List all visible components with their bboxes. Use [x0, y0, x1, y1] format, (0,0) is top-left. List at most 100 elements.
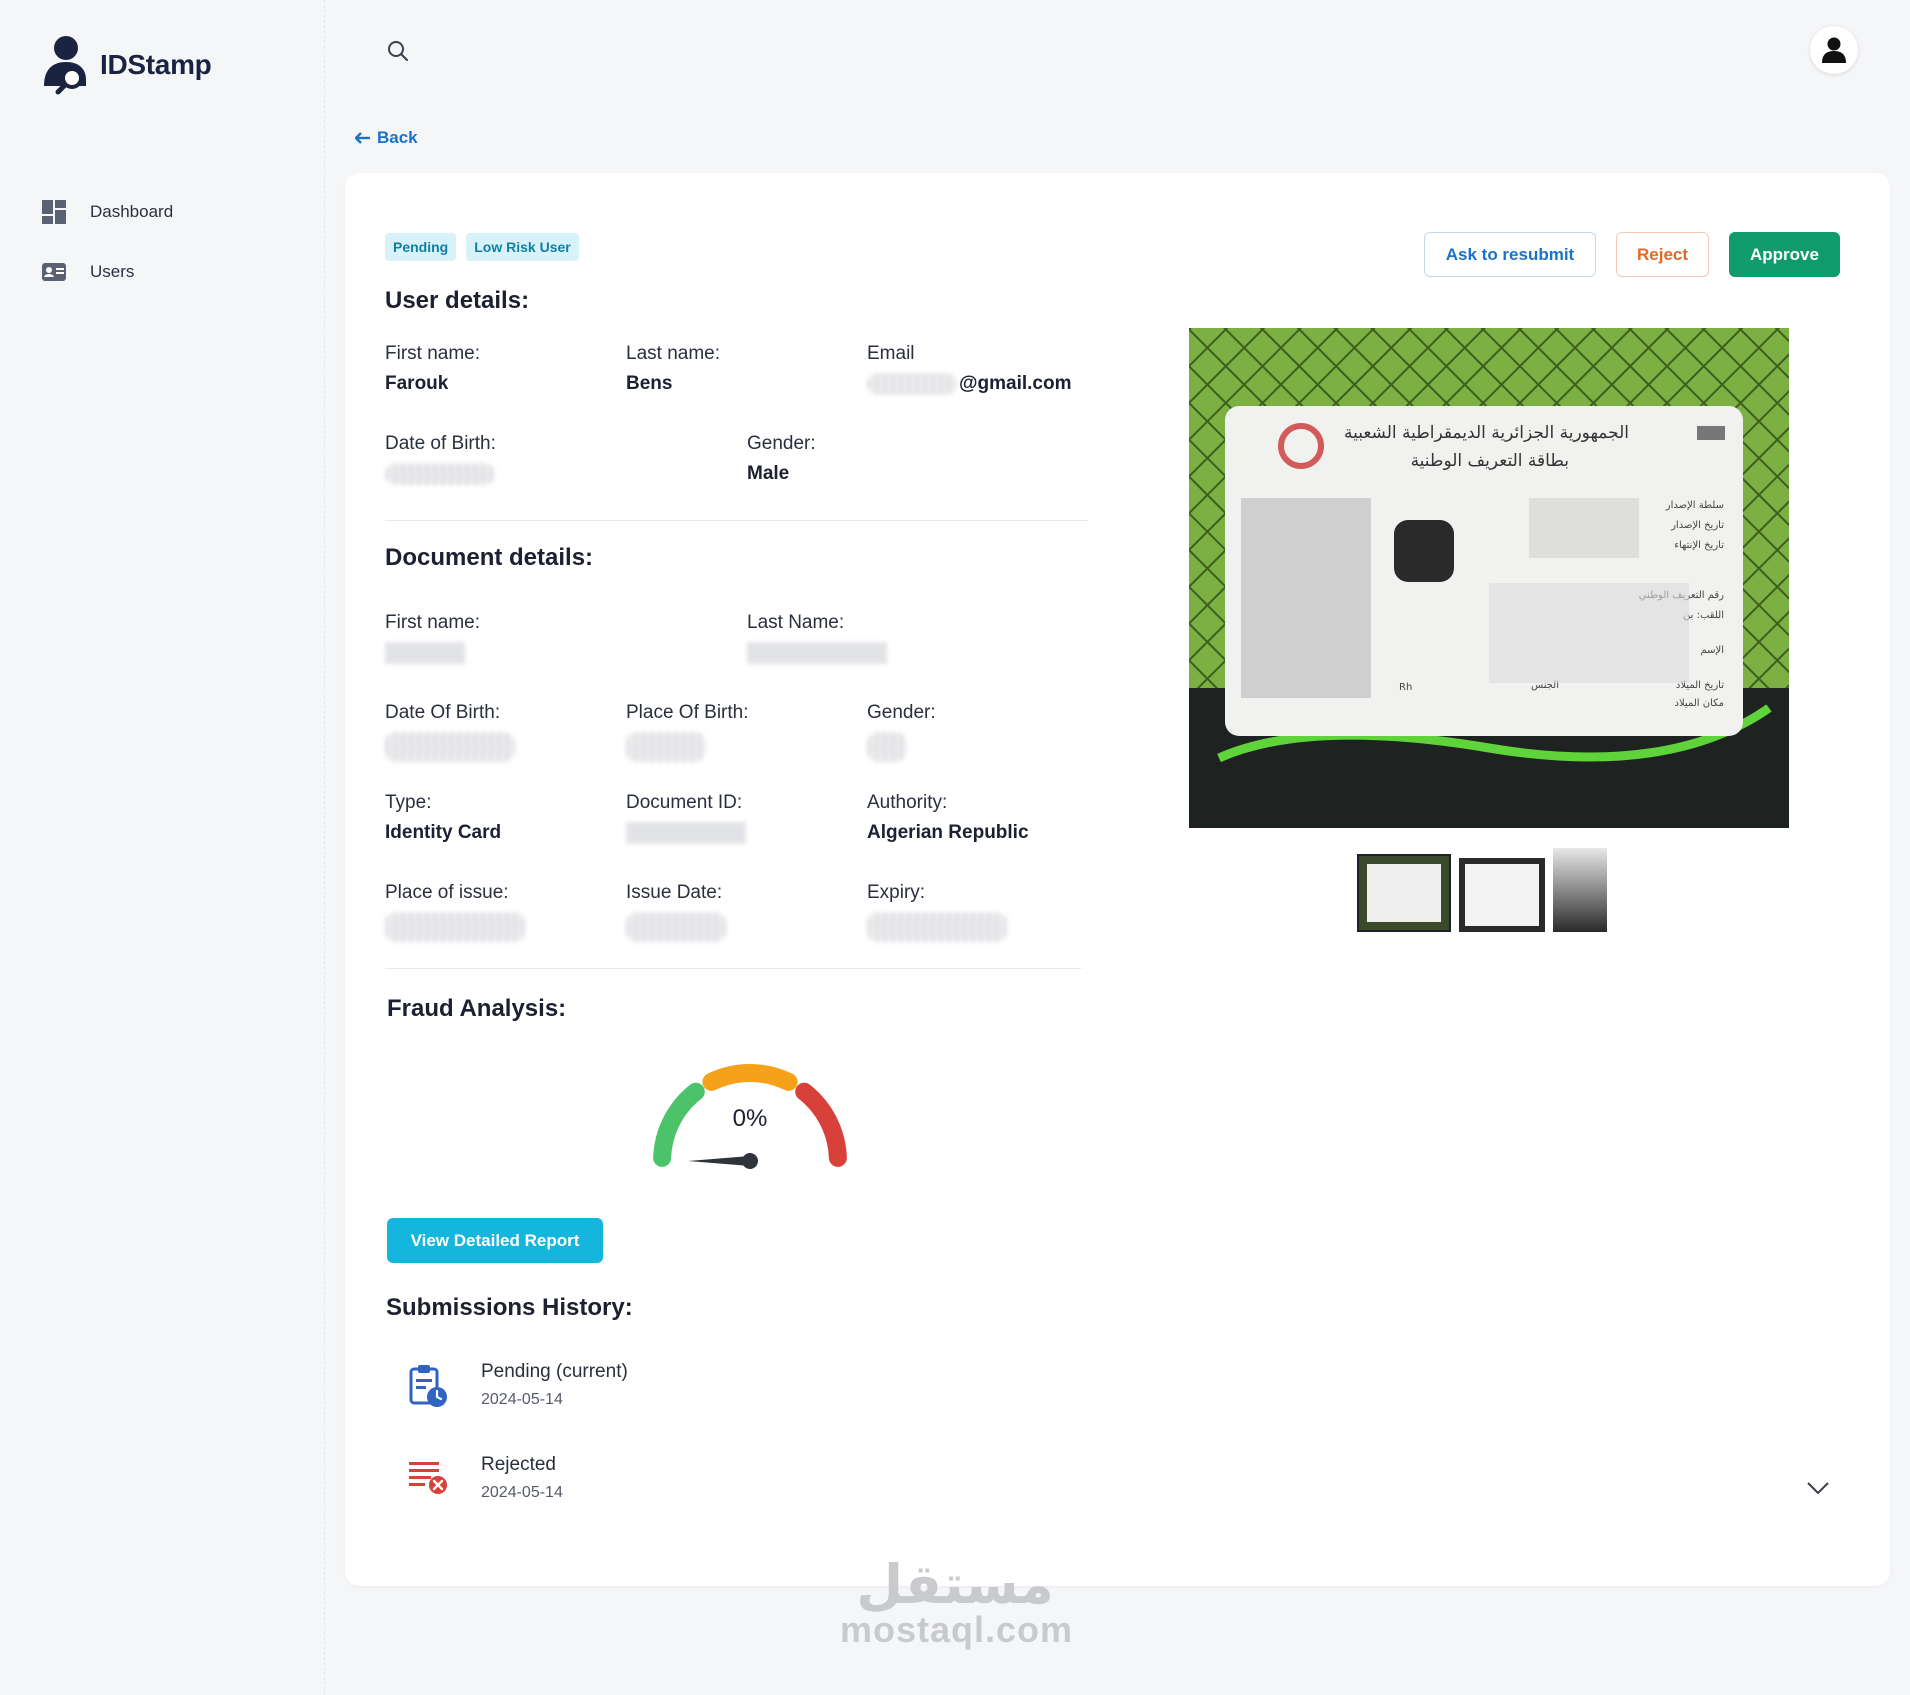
field-value: Algerian Republic: [867, 822, 1029, 843]
history-item-rejected[interactable]: Rejected 2024-05-14: [407, 1454, 563, 1502]
back-label: Back: [377, 128, 418, 147]
sidebar-item-users[interactable]: Users: [40, 242, 173, 302]
field-value: [747, 642, 887, 670]
submissions-history-title: Submissions History:: [386, 1294, 633, 1321]
history-text: Pending (current) 2024-05-14: [481, 1361, 628, 1409]
back-link[interactable]: Back: [355, 128, 418, 148]
history-status: Rejected: [481, 1454, 556, 1475]
field-label: Gender:: [747, 433, 816, 454]
gauge-hub: [742, 1153, 758, 1169]
field-label: Last Name:: [747, 612, 845, 633]
sidebar-nav: Dashboard Users: [40, 182, 173, 302]
email-value: @gmail.com: [867, 373, 1072, 395]
list-reject-icon: [407, 1456, 451, 1500]
card-header-line2: بطاقة التعريف الوطنية: [1411, 451, 1569, 471]
user-details-title: User details:: [385, 287, 530, 314]
email-domain: @gmail.com: [959, 373, 1072, 394]
doc-expiry-field: Expiry:: [867, 882, 1007, 948]
dashboard-icon: [40, 198, 68, 226]
user-first-name-field: First name: Farouk: [385, 343, 480, 395]
ask-to-resubmit-button[interactable]: Ask to resubmit: [1424, 232, 1596, 277]
doc-place-of-issue-field: Place of issue:: [385, 882, 525, 948]
history-date: 2024-05-14: [481, 1484, 563, 1501]
field-label: Type:: [385, 792, 432, 813]
doc-dob-field: Date Of Birth:: [385, 702, 515, 768]
id-card-icon: [40, 258, 68, 286]
redacted-text: [385, 463, 495, 485]
field-value: Farouk: [385, 373, 449, 394]
app-name: IDStamp: [100, 49, 212, 80]
document-image[interactable]: الجمهورية الجزائرية الديمقراطية الشعبية …: [1189, 328, 1789, 828]
history-expand-button[interactable]: [1803, 1473, 1833, 1503]
user-email-field: Email @gmail.com: [867, 343, 1072, 395]
field-label: Place Of Birth:: [626, 702, 749, 723]
doc-issue-date-field: Issue Date:: [626, 882, 726, 948]
redacted-text: [626, 912, 726, 942]
field-label: First name:: [385, 612, 481, 633]
field-value: Male: [747, 463, 790, 484]
redacted-text: [747, 642, 887, 664]
redacted-text: [626, 822, 746, 844]
doc-first-name-field: First name:: [385, 612, 480, 670]
search-icon: [388, 41, 408, 61]
field-label: Date of Birth:: [385, 433, 496, 454]
chevron-down-icon: [1807, 1482, 1829, 1495]
field-label: Authority:: [867, 792, 948, 813]
redacted-text: [385, 912, 525, 942]
field-label: Date Of Birth:: [385, 702, 501, 723]
field-value: [626, 732, 749, 768]
watermark-arabic: مستقل: [856, 1553, 1054, 1616]
redacted-text: [385, 642, 465, 664]
card-field: Rh: [1399, 682, 1412, 693]
field-label: Place of issue:: [385, 882, 509, 903]
field-label: Email: [867, 343, 915, 364]
thumbnail-selfie[interactable]: [1553, 848, 1607, 932]
history-item-pending[interactable]: Pending (current) 2024-05-14: [407, 1361, 628, 1409]
field-value: [385, 732, 515, 768]
field-value: [385, 463, 496, 491]
redacted-text: [867, 373, 957, 395]
divider: [385, 520, 1088, 521]
divider: [385, 968, 1081, 969]
fraud-analysis-title: Fraud Analysis:: [387, 995, 567, 1022]
sidebar-item-label: Users: [90, 262, 135, 281]
field-value: [867, 732, 936, 768]
field-label: Document ID:: [626, 792, 743, 813]
history-text: Rejected 2024-05-14: [481, 1454, 563, 1502]
sidebar-item-dashboard[interactable]: Dashboard: [40, 182, 173, 242]
card-field: تاريخ الإنتهاء: [1674, 540, 1724, 551]
user-gender-field: Gender: Male: [747, 433, 816, 485]
field-label: Expiry:: [867, 882, 926, 903]
field-label: Gender:: [867, 702, 936, 723]
fraud-score-label: 0%: [732, 1105, 768, 1132]
doc-last-name-field: Last Name:: [747, 612, 887, 670]
doc-authority-field: Authority: Algerian Republic: [867, 792, 1029, 844]
sidebar: IDStamp Dashboard Users: [0, 0, 325, 1695]
approve-button[interactable]: Approve: [1729, 232, 1840, 277]
gauge-medium-segment: [702, 1064, 798, 1091]
thumbnail-front-photo[interactable]: [1357, 854, 1451, 932]
card-header-line1: الجمهورية الجزائرية الديمقراطية الشعبية: [1344, 423, 1629, 443]
user-icon: [1822, 37, 1846, 63]
clipboard-clock-icon: [407, 1363, 451, 1407]
redacted-text: [385, 732, 515, 762]
document-thumbnails: [1357, 848, 1607, 932]
card-field: اللقب: بن: [1683, 610, 1724, 621]
doc-gender-field: Gender:: [867, 702, 936, 768]
thumbnail-front-flat[interactable]: [1459, 858, 1545, 932]
app-logo[interactable]: IDStamp: [40, 34, 212, 96]
user-dob-field: Date of Birth:: [385, 433, 496, 491]
field-value: [385, 642, 480, 670]
field-value: [867, 912, 1007, 948]
user-avatar-button[interactable]: [1810, 26, 1858, 74]
doc-place-of-birth-field: Place Of Birth:: [626, 702, 749, 768]
status-badge-pending: Pending: [385, 233, 457, 261]
view-detailed-report-button[interactable]: View Detailed Report: [387, 1218, 603, 1263]
reject-button[interactable]: Reject: [1616, 232, 1709, 277]
watermark: مستقل mostaql.com: [840, 1553, 1072, 1651]
card-field: مكان الميلاد: [1675, 698, 1725, 709]
sidebar-item-label: Dashboard: [90, 202, 174, 221]
field-label: First name:: [385, 343, 481, 364]
search-button[interactable]: [383, 36, 413, 66]
field-label: Last name:: [626, 343, 720, 364]
